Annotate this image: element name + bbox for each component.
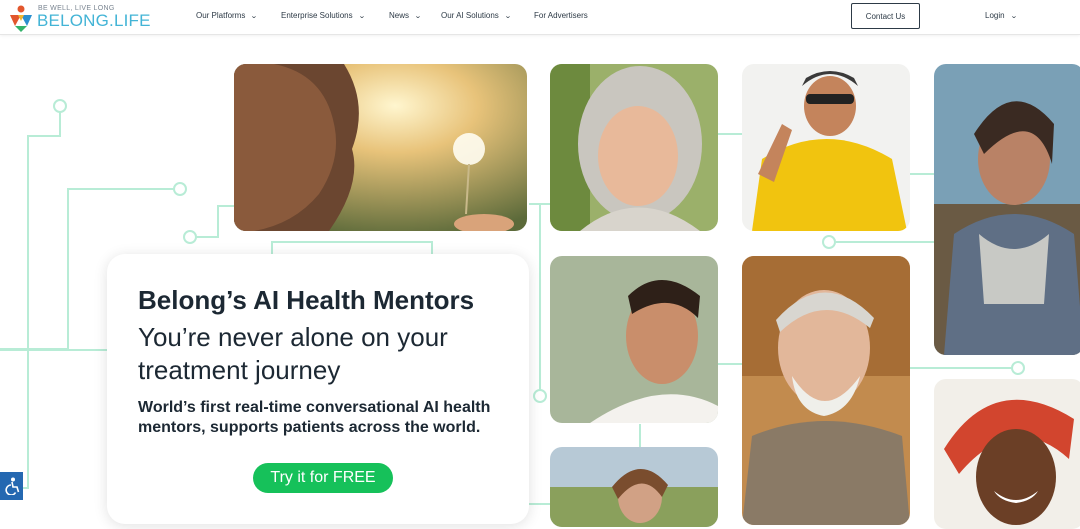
photo-woman-field <box>550 447 718 527</box>
hero-description: World’s first real-time conversational A… <box>138 399 491 436</box>
chevron-down-icon: ⌄ <box>1009 13 1018 20</box>
photo-young-man-smiling <box>550 256 718 423</box>
try-it-free-button[interactable]: Try it for FREE <box>253 463 393 493</box>
hero-subtitle: You’re never alone on your treatment jou… <box>138 322 448 385</box>
photo-woman-dandelion <box>234 64 527 231</box>
chevron-down-icon: ⌄ <box>503 13 512 20</box>
hero-title: Belong’s AI Health Mentors <box>138 285 475 315</box>
accessibility-button[interactable] <box>0 472 23 500</box>
photo-woman-headwrap <box>934 379 1080 529</box>
hero-card: Belong’s AI Health Mentors You’re never … <box>107 254 529 524</box>
accessibility-icon <box>4 477 19 495</box>
logo-wordmark: BELONG.LIFE <box>37 11 151 30</box>
login-menu[interactable]: Login ⌄ <box>985 11 1018 20</box>
photo-older-man-beard <box>742 256 910 525</box>
photo-older-woman-smiling <box>550 64 718 231</box>
site-header: BE WELL, LIVE LONG BELONG.LIFE Our Platf… <box>0 0 1080 35</box>
chevron-down-icon: ⌄ <box>414 13 422 20</box>
photo-woman-outdoors <box>934 64 1080 355</box>
logo-mark-icon <box>10 5 32 32</box>
nav-for-advertisers[interactable]: For Advertisers <box>534 11 588 20</box>
nav-news[interactable]: News ⌄ <box>389 11 422 20</box>
nav-enterprise-solutions[interactable]: Enterprise Solutions ⌄ <box>281 11 366 20</box>
chevron-down-icon: ⌄ <box>357 13 366 20</box>
chevron-down-icon: ⌄ <box>250 13 259 20</box>
photo-man-yellow-jacket <box>742 64 910 231</box>
belong-life-logo[interactable]: BE WELL, LIVE LONG BELONG.LIFE <box>4 2 174 32</box>
nav-our-platforms[interactable]: Our Platforms ⌄ <box>196 11 259 20</box>
nav-our-ai-solutions[interactable]: Our AI Solutions ⌄ <box>441 11 512 20</box>
contact-us-button[interactable]: Contact Us <box>851 3 920 29</box>
